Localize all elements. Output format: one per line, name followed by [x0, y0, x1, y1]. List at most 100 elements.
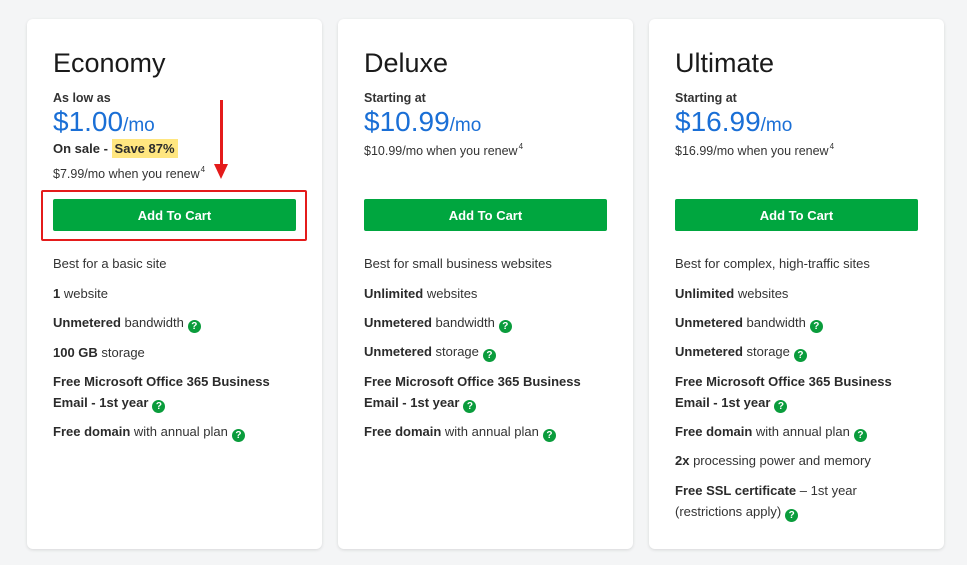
feature-bold: Email - 1st year	[675, 395, 771, 410]
feature-bold: Free domain	[675, 424, 753, 439]
help-icon[interactable]: ?	[482, 349, 496, 362]
sale-label: On sale -	[53, 141, 108, 156]
feature-bandwidth: Unmetered bandwidth?	[364, 312, 512, 333]
plan-price: $10.99/mo	[364, 105, 481, 139]
feature-storage: 100 GB storage	[53, 342, 145, 363]
price-period: /mo	[449, 115, 482, 136]
price-amount: $10.99	[364, 106, 450, 137]
help-icon[interactable]: ?	[231, 429, 245, 442]
renew-footnote: 4	[518, 142, 524, 151]
price-period: /mo	[123, 115, 155, 136]
price-lead: Starting at	[675, 91, 737, 105]
feature-text: bandwidth	[431, 315, 495, 330]
help-icon[interactable]: ?	[809, 320, 823, 333]
annotation-arrow-shaft	[220, 100, 223, 166]
help-icon[interactable]: ?	[187, 320, 201, 333]
feature-text: storage	[431, 344, 479, 359]
help-icon[interactable]: ?	[793, 349, 807, 362]
feature-websites: Unlimited websites	[364, 283, 477, 304]
renew-text: $7.99/mo when you renew	[53, 167, 200, 181]
help-icon[interactable]: ?	[785, 509, 799, 522]
sale-line: On sale - Save 87%	[53, 139, 178, 158]
plan-title: Deluxe	[364, 48, 449, 78]
renew-footnote: 4	[829, 142, 835, 151]
add-to-cart-button[interactable]: Add To Cart	[364, 199, 607, 231]
plan-card-economy: Economy As low as $1.00/mo On sale - Sav…	[27, 19, 322, 549]
feature-best-for: Best for a basic site	[53, 256, 167, 271]
price-lead: Starting at	[364, 91, 426, 105]
renew-footnote: 4	[200, 165, 206, 174]
add-to-cart-button[interactable]: Add To Cart	[675, 199, 918, 231]
price-period: /mo	[760, 115, 793, 136]
feature-bold: Email - 1st year	[364, 395, 460, 410]
feature-storage: Unmetered storage?	[675, 341, 807, 362]
feature-text: storage	[97, 345, 145, 360]
renew-text: $10.99/mo when you renew	[364, 144, 518, 158]
feature-domain: Free domain with annual plan?	[53, 421, 245, 442]
feature-bold: 2x	[675, 453, 690, 468]
help-icon[interactable]: ?	[152, 400, 166, 413]
highlight-box-annotation	[41, 190, 307, 241]
feature-bold: Unmetered	[364, 315, 432, 330]
arrow-down-icon	[214, 164, 228, 179]
renew-price: $16.99/mo when you renew4	[675, 142, 834, 158]
feature-bold: Unlimited	[364, 286, 424, 301]
help-icon[interactable]: ?	[498, 320, 512, 333]
feature-text: – 1st year	[796, 483, 857, 498]
feature-bold: Unmetered	[675, 344, 743, 359]
feature-text: bandwidth	[120, 315, 184, 330]
plan-price: $1.00/mo	[53, 105, 155, 139]
renew-price: $7.99/mo when you renew4	[53, 165, 205, 181]
feature-text: website	[60, 286, 108, 301]
feature-best-for: Best for small business websites	[364, 256, 552, 271]
feature-bold: Unmetered	[364, 344, 432, 359]
renew-price: $10.99/mo when you renew4	[364, 142, 523, 158]
help-icon[interactable]: ?	[774, 400, 788, 413]
help-icon[interactable]: ?	[542, 429, 556, 442]
feature-websites: Unlimited websites	[675, 283, 788, 304]
feature-text: with annual plan	[130, 424, 228, 439]
feature-office365: Free Microsoft Office 365 Business Email …	[364, 371, 581, 413]
feature-office365: Free Microsoft Office 365 Business Email …	[53, 371, 270, 413]
help-icon[interactable]: ?	[463, 400, 477, 413]
plan-title: Economy	[53, 48, 166, 78]
help-icon[interactable]: ?	[853, 429, 867, 442]
plan-card-ultimate: Ultimate Starting at $16.99/mo $16.99/mo…	[649, 19, 944, 549]
feature-text: websites	[423, 286, 478, 301]
feature-text: with annual plan	[441, 424, 539, 439]
feature-best-for: Best for complex, high-traffic sites	[675, 256, 870, 271]
feature-text: processing power and memory	[689, 453, 871, 468]
renew-text: $16.99/mo when you renew	[675, 144, 829, 158]
feature-bold: Unmetered	[53, 315, 121, 330]
feature-websites: 1 website	[53, 283, 108, 304]
feature-bold: Free Microsoft Office 365 Business	[53, 374, 270, 389]
feature-text: storage	[742, 344, 790, 359]
feature-text: websites	[734, 286, 789, 301]
feature-bold: 100 GB	[53, 345, 98, 360]
feature-office365: Free Microsoft Office 365 Business Email …	[675, 371, 892, 413]
feature-ssl: Free SSL certificate – 1st year (restrict…	[675, 480, 857, 522]
feature-text: (restrictions apply)	[675, 504, 782, 519]
plan-price: $16.99/mo	[675, 105, 792, 139]
feature-bold: Email - 1st year	[53, 395, 149, 410]
feature-bold: Free domain	[53, 424, 131, 439]
feature-text: with annual plan	[752, 424, 850, 439]
feature-bold: Unlimited	[675, 286, 735, 301]
price-amount: $16.99	[675, 106, 761, 137]
price-lead: As low as	[53, 91, 111, 105]
feature-domain: Free domain with annual plan?	[364, 421, 556, 442]
feature-domain: Free domain with annual plan?	[675, 421, 867, 442]
feature-storage: Unmetered storage?	[364, 341, 496, 362]
feature-bold: Free domain	[364, 424, 442, 439]
feature-bold: Free SSL certificate	[675, 483, 797, 498]
plan-card-deluxe: Deluxe Starting at $10.99/mo $10.99/mo w…	[338, 19, 633, 549]
feature-text: bandwidth	[742, 315, 806, 330]
feature-bandwidth: Unmetered bandwidth?	[53, 312, 201, 333]
feature-bold: Free Microsoft Office 365 Business	[364, 374, 581, 389]
feature-bold: Unmetered	[675, 315, 743, 330]
plan-title: Ultimate	[675, 48, 775, 78]
save-badge: Save 87%	[111, 139, 178, 158]
feature-bold: Free Microsoft Office 365 Business	[675, 374, 892, 389]
feature-bandwidth: Unmetered bandwidth?	[675, 312, 823, 333]
feature-processing: 2x processing power and memory	[675, 450, 871, 471]
